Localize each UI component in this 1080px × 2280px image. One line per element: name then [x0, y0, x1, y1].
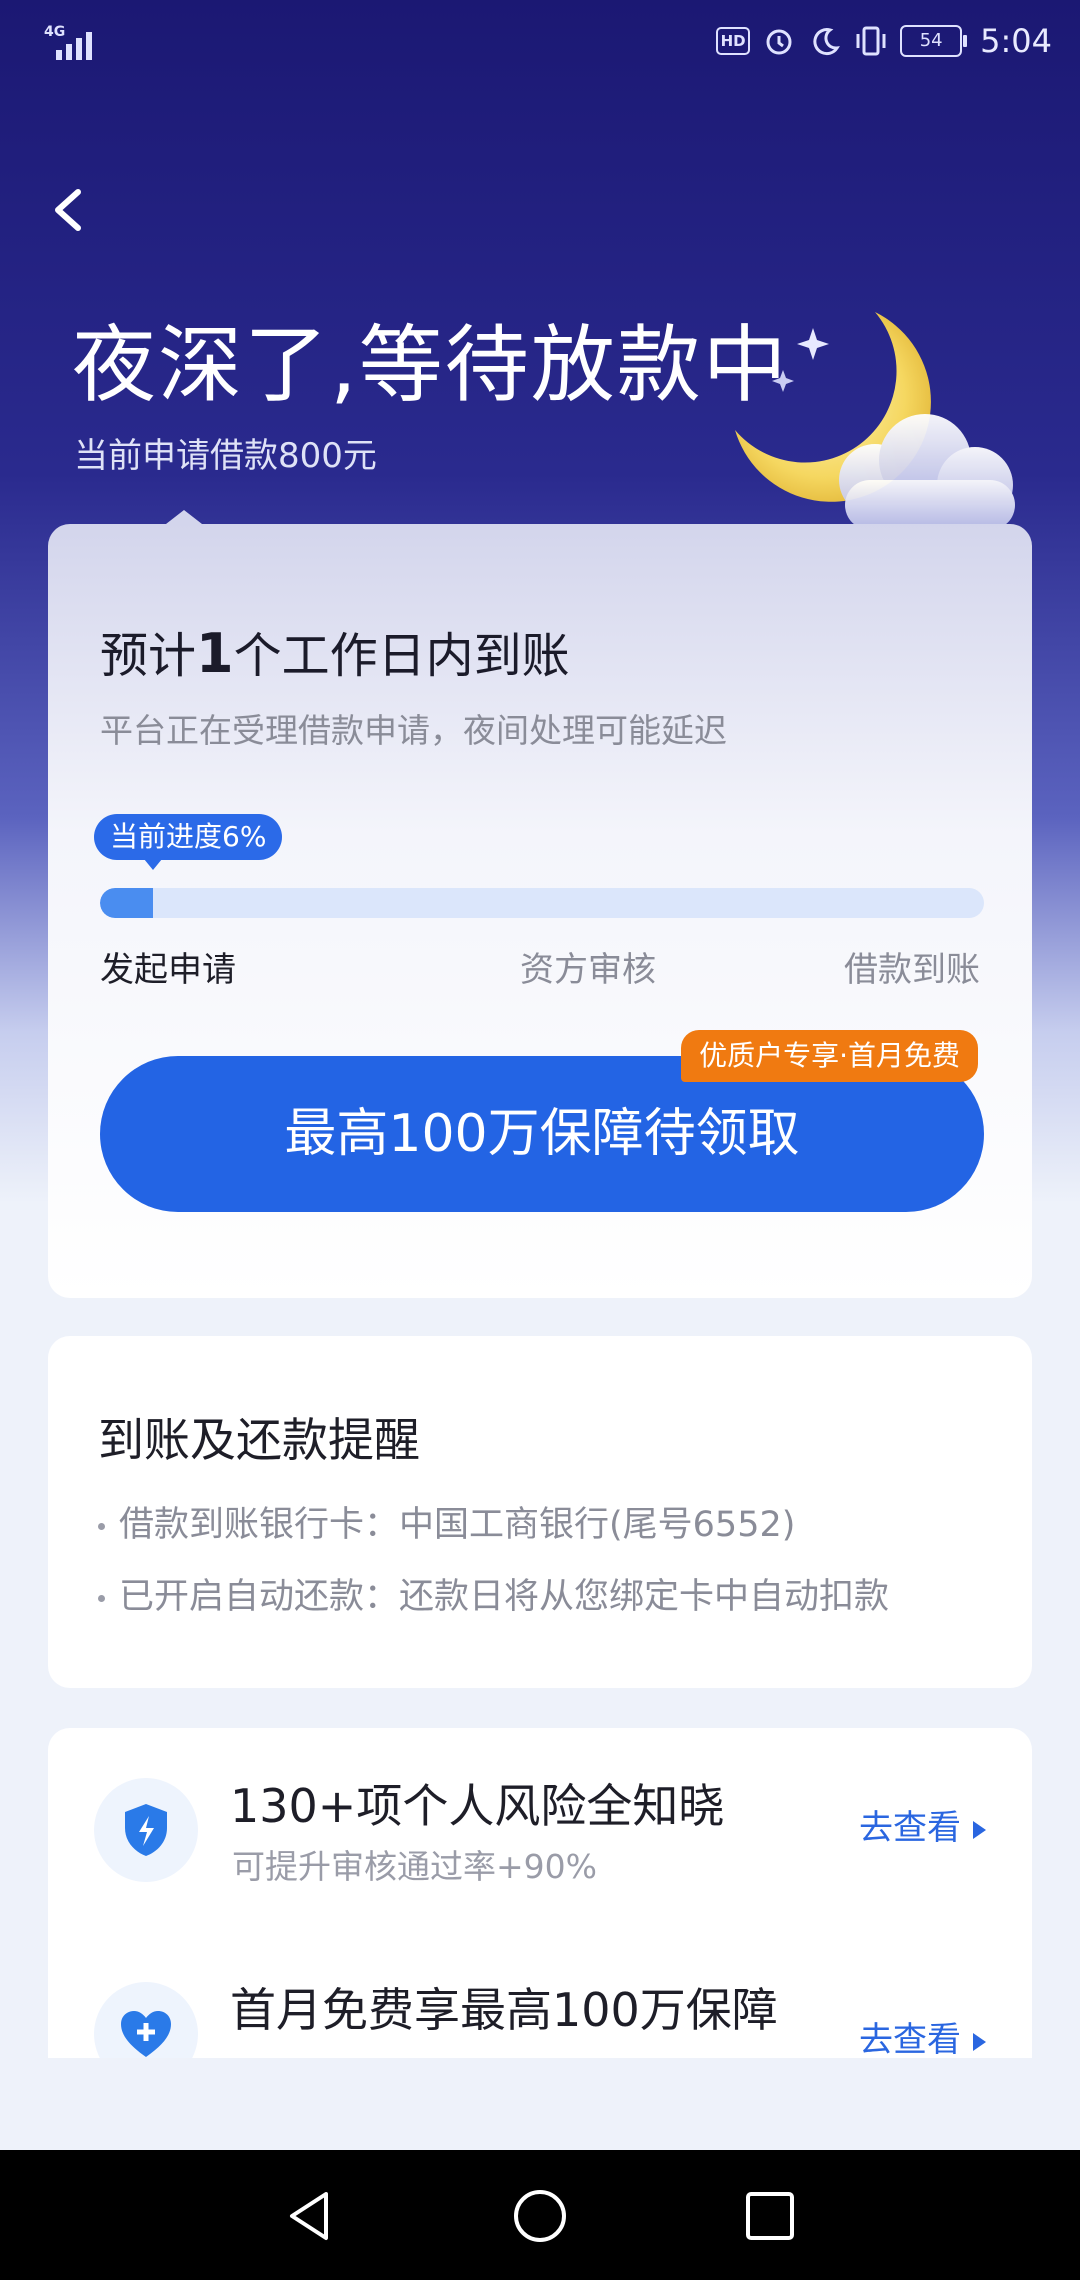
link-label: 去查看 — [859, 1808, 961, 1848]
reminder-item: 借款到账银行卡：中国工商银行(尾号6552) — [98, 1496, 795, 1547]
services-card: 130+项个人风险全知晓 可提升审核通过率+90% 去查看 首月免费享最高100… — [48, 1728, 1032, 2058]
shield-lightning-icon — [94, 1778, 198, 1882]
bullet-icon — [98, 1594, 105, 1602]
eta-title: 预计1个工作日内到账 — [100, 616, 570, 686]
page-title: 夜深了,等待放款中 — [72, 316, 789, 414]
triangle-right-icon — [973, 1820, 986, 1839]
reminder-bank-card: 借款到账银行卡：中国工商银行(尾号6552) — [119, 1505, 796, 1545]
circle-home-icon — [514, 2190, 566, 2242]
service-subtitle: 可提升审核通过率+90% — [232, 1847, 597, 1886]
step-submit: 发起申请 — [100, 950, 236, 990]
eta-number: 1 — [196, 622, 234, 685]
link-label: 去查看 — [859, 2020, 961, 2058]
nav-back-button[interactable] — [282, 2188, 338, 2244]
nav-recents-button[interactable] — [742, 2188, 798, 2244]
heart-plus-icon — [94, 1982, 198, 2058]
eta-suffix: 个工作日内到账 — [233, 628, 570, 684]
eta-prefix: 预计 — [100, 628, 197, 684]
clock: 5:04 — [980, 22, 1052, 60]
bullet-icon — [98, 1522, 105, 1530]
reminder-title: 到账及还款提醒 — [98, 1413, 420, 1467]
chevron-left-icon — [55, 189, 81, 231]
triangle-right-icon — [973, 2032, 986, 2051]
alarm-icon — [762, 24, 796, 58]
progress-badge: 当前进度6% — [94, 814, 283, 870]
progress-bar — [100, 888, 984, 918]
step-disbursed: 借款到账 — [844, 950, 980, 990]
back-button[interactable] — [40, 180, 100, 240]
moon-cloud-illustration — [735, 312, 1015, 530]
service-row-risk[interactable]: 130+项个人风险全知晓 可提升审核通过率+90% 去查看 — [48, 1748, 1032, 1898]
service-title: 130+项个人风险全知晓 — [230, 1779, 725, 1833]
moon-icon — [808, 24, 842, 58]
step-review: 资方审核 — [520, 950, 656, 990]
signal-icon: 4G — [44, 24, 100, 60]
square-recents-icon — [746, 2192, 794, 2240]
reminder-auto-repay: 已开启自动还款：还款日将从您绑定卡中自动扣款 — [119, 1577, 890, 1617]
nav-home-button[interactable] — [512, 2188, 568, 2244]
loan-progress-card: 预计1个工作日内到账 平台正在受理借款申请，夜间处理可能延迟 当前进度6% 发起… — [48, 510, 1032, 1298]
hd-icon: HD — [716, 27, 751, 55]
service-row-protection[interactable]: 首月免费享最高100万保障 去查看 — [48, 1952, 1032, 2058]
page-subtitle: 当前申请借款800元 — [74, 436, 377, 476]
card-notch — [166, 510, 202, 524]
navigation-bar — [0, 2150, 1080, 2280]
reminder-item: 已开启自动还款：还款日将从您绑定卡中自动扣款 — [98, 1568, 889, 1619]
progress-fill — [100, 888, 154, 918]
battery-icon: 54 — [900, 25, 968, 57]
repayment-reminder-card: 到账及还款提醒 借款到账银行卡：中国工商银行(尾号6552) 已开启自动还款：还… — [48, 1336, 1032, 1688]
view-protection-link[interactable]: 去查看 — [859, 2012, 986, 2058]
eta-description: 平台正在受理借款申请，夜间处理可能延迟 — [100, 711, 727, 750]
view-risk-link[interactable]: 去查看 — [859, 1800, 986, 1849]
promo-tag: 优质户专享·首月免费 — [681, 1030, 978, 1082]
triangle-back-icon — [290, 2192, 328, 2240]
service-title: 首月免费享最高100万保障 — [230, 1983, 778, 2037]
vibrate-icon — [854, 24, 888, 58]
status-bar: 4G HD 54 5:04 — [0, 0, 1080, 90]
